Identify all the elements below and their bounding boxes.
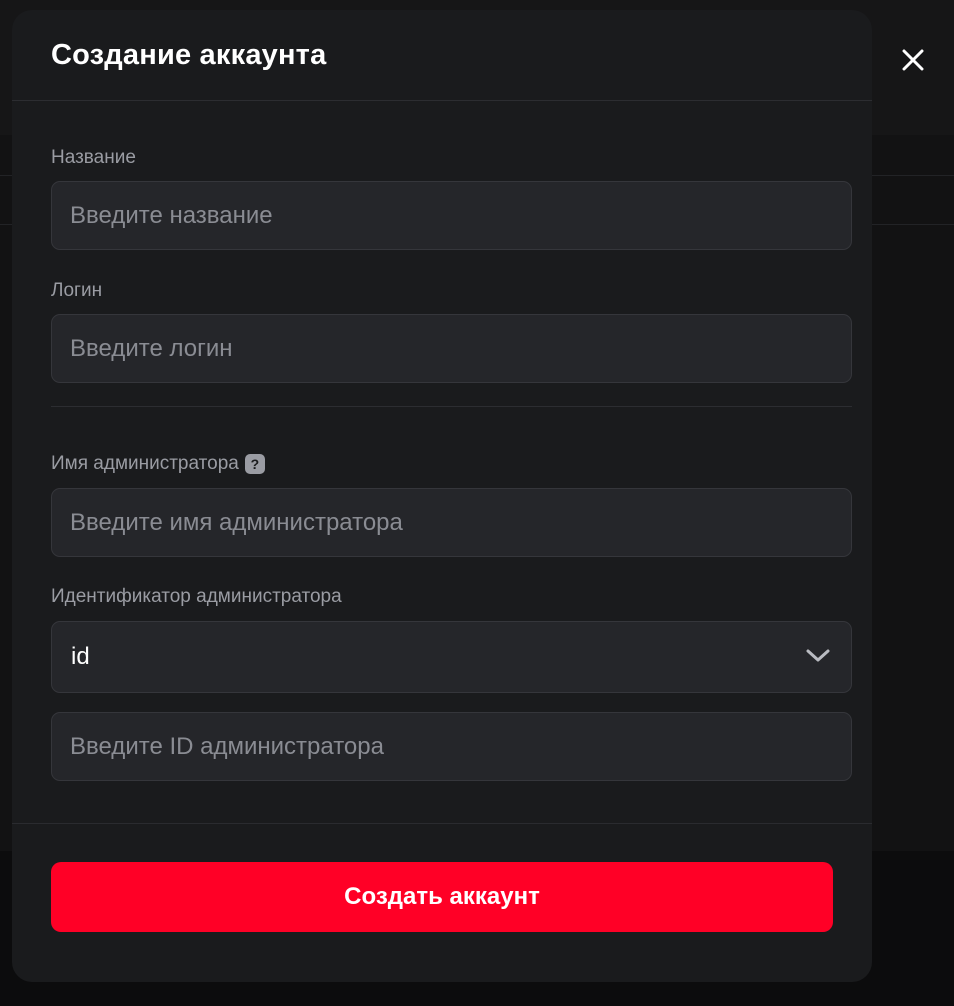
login-input[interactable]	[51, 314, 852, 383]
admin-name-input[interactable]	[51, 488, 852, 557]
create-account-button[interactable]: Создать аккаунт	[51, 862, 833, 932]
chevron-down-icon	[806, 649, 830, 662]
login-field-group: Логин	[51, 279, 102, 303]
create-account-modal: Создание аккаунта Название Логин Имя адм…	[12, 10, 872, 982]
admin-id-input[interactable]	[51, 712, 852, 781]
admin-identifier-select-value: id	[71, 643, 90, 670]
footer-divider	[12, 823, 872, 824]
name-field-group: Название	[51, 146, 136, 170]
modal-header: Создание аккаунта	[12, 10, 872, 101]
admin-identifier-field-group: Идентификатор администратора	[51, 585, 342, 609]
name-input[interactable]	[51, 181, 852, 250]
name-label: Название	[51, 147, 136, 168]
modal-title: Создание аккаунта	[51, 38, 327, 71]
close-button[interactable]	[897, 44, 929, 76]
admin-name-field-group: Имя администратора ?	[51, 452, 265, 476]
form-section-divider	[51, 406, 852, 407]
admin-name-label: Имя администратора ?	[51, 452, 265, 476]
admin-identifier-label: Идентификатор администратора	[51, 586, 342, 607]
login-label: Логин	[51, 280, 103, 301]
admin-name-label-text: Имя администратора	[51, 453, 239, 474]
close-icon	[902, 49, 924, 71]
admin-identifier-select[interactable]: id	[51, 621, 852, 693]
question-icon[interactable]: ?	[244, 454, 265, 474]
